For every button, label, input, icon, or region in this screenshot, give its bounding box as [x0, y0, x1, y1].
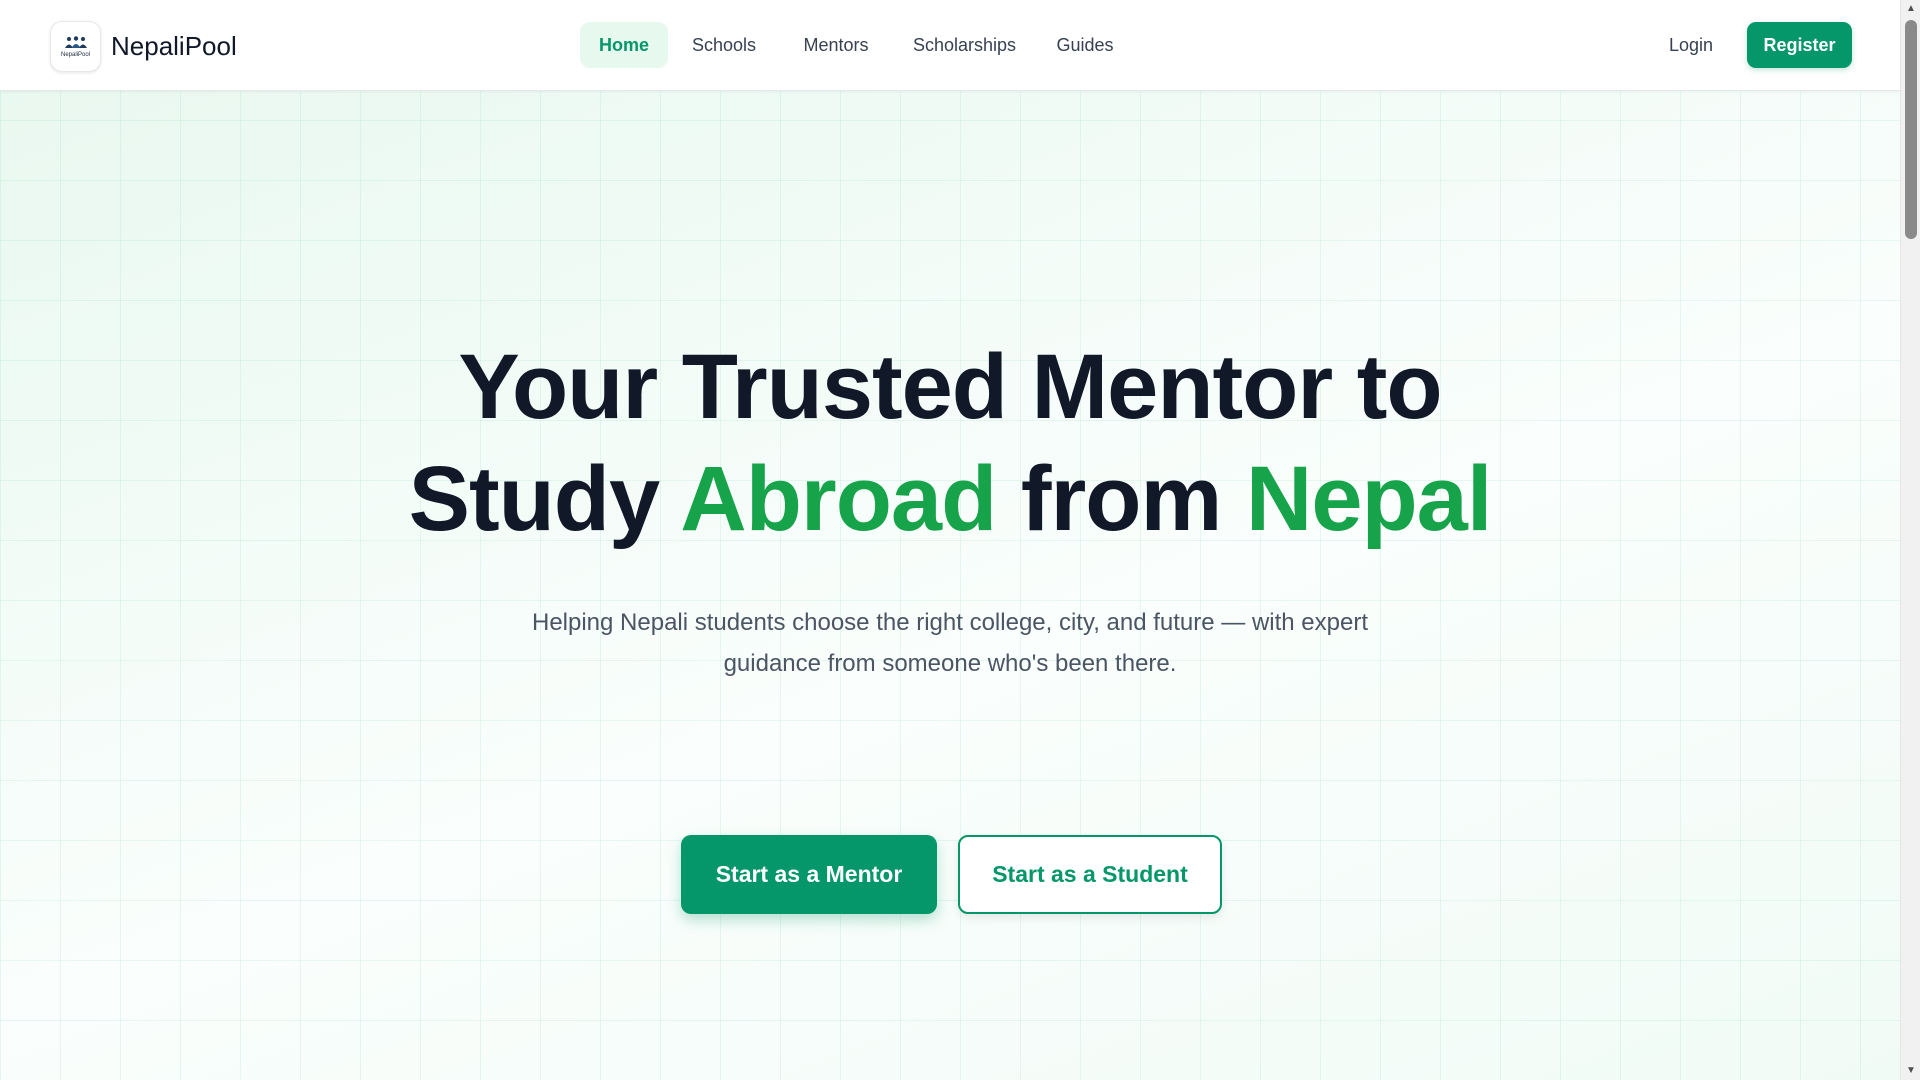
auth-actions: Login Register [1669, 22, 1852, 68]
hero-title-from: from [1020, 448, 1222, 550]
site-header: NepaliPool NepaliPool Home Schools Mento… [0, 0, 1900, 91]
hero-title-nepal: Nepal [1245, 448, 1493, 550]
scroll-up-arrow-icon[interactable]: ▲ [1901, 0, 1920, 18]
scrollbar-thumb[interactable] [1905, 20, 1917, 239]
nav-item-guides[interactable]: Guides [1037, 22, 1133, 68]
start-as-mentor-button[interactable]: Start as a Mentor [681, 835, 937, 914]
nav-item-scholarships[interactable]: Scholarships [892, 22, 1037, 68]
nav-item-schools[interactable]: Schools [668, 22, 780, 68]
brand[interactable]: NepaliPool NepaliPool [50, 21, 237, 72]
vertical-scrollbar[interactable]: ▲ ▼ [1900, 0, 1920, 1080]
brand-logo[interactable]: NepaliPool [50, 21, 101, 72]
cta-row: Start as a Mentor Start as a Student [681, 835, 1222, 914]
hero-section: Your Trusted Mentor to Study Abroad from… [0, 91, 1900, 1080]
hero-title: Your Trusted Mentor to Study Abroad from… [0, 331, 1900, 555]
people-group-icon [64, 35, 87, 48]
scroll-down-arrow-icon[interactable]: ▼ [1901, 1062, 1920, 1080]
start-as-student-button[interactable]: Start as a Student [958, 835, 1222, 914]
hero-title-abroad: Abroad [680, 448, 997, 550]
register-button[interactable]: Register [1747, 22, 1852, 68]
nav-item-home[interactable]: Home [580, 22, 668, 68]
hero-subtitle: Helping Nepali students choose the right… [531, 609, 1368, 677]
logo-wordmark: NepaliPool [60, 51, 91, 58]
hero-title-study: Study [408, 448, 661, 550]
login-link[interactable]: Login [1669, 35, 1713, 56]
hero-title-line1: Your Trusted Mentor to [458, 336, 1442, 438]
main-nav: Home Schools Mentors Scholarships Guides [580, 22, 1133, 68]
brand-name[interactable]: NepaliPool [111, 31, 237, 62]
page: NepaliPool NepaliPool Home Schools Mento… [0, 0, 1920, 1080]
nav-item-mentors[interactable]: Mentors [780, 22, 892, 68]
